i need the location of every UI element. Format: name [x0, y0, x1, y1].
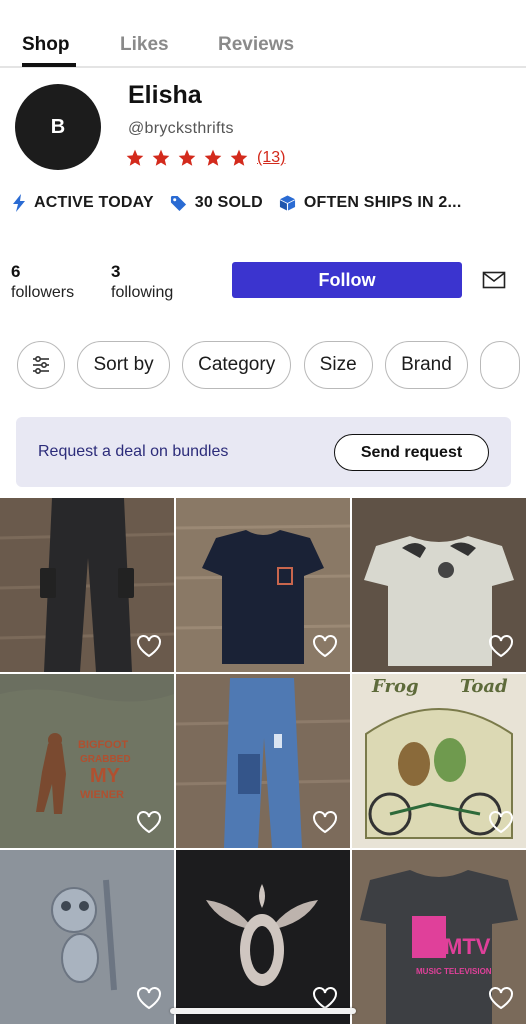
- listing-tile[interactable]: Frog Toad: [352, 674, 526, 848]
- badge-label: ACTIVE TODAY: [34, 194, 154, 211]
- listing-tile[interactable]: [176, 498, 350, 672]
- tab-reviews[interactable]: Reviews: [218, 34, 294, 56]
- following-count: 3: [111, 262, 121, 281]
- listing-tile[interactable]: [176, 674, 350, 848]
- following-label: following: [111, 284, 174, 301]
- listing-tile[interactable]: [0, 498, 174, 672]
- heart-icon[interactable]: [488, 634, 514, 658]
- print-text: WIENER: [80, 789, 124, 801]
- print-text: GRABBED: [80, 754, 131, 765]
- badge-label: OFTEN SHIPS IN 2...: [303, 194, 462, 211]
- listing-tile[interactable]: BIGFOOT GRABBED MY WIENER: [0, 674, 174, 848]
- listing-tile[interactable]: [352, 498, 526, 672]
- heart-icon[interactable]: [136, 810, 162, 834]
- followers-stat[interactable]: 6 followers: [11, 262, 74, 302]
- category-chip[interactable]: Category: [182, 341, 292, 389]
- brand-chip[interactable]: Brand: [385, 341, 468, 389]
- box-icon: [279, 195, 295, 211]
- heart-icon[interactable]: [312, 634, 338, 658]
- avatar[interactable]: B: [15, 84, 101, 170]
- heart-icon[interactable]: [488, 810, 514, 834]
- tab-likes[interactable]: Likes: [120, 34, 169, 56]
- more-filters-chip[interactable]: [480, 341, 521, 389]
- seller-name: Elisha: [128, 81, 202, 109]
- sort-by-chip[interactable]: Sort by: [77, 341, 170, 389]
- star-icon: [126, 149, 144, 166]
- filters-button[interactable]: [17, 341, 65, 389]
- print-text: MUSIC TELEVISION: [416, 967, 492, 976]
- print-text: BIGFOOT: [78, 739, 128, 751]
- follow-button[interactable]: Follow: [232, 262, 462, 298]
- following-stat[interactable]: 3 following: [111, 262, 173, 302]
- seller-handle: @brycksthrifts: [128, 120, 234, 137]
- listing-tile[interactable]: [176, 850, 350, 1024]
- mail-icon[interactable]: [482, 268, 506, 292]
- badge-active-today: ACTIVE TODAY: [12, 194, 154, 212]
- bundle-banner: Request a deal on bundles Send request: [16, 417, 511, 487]
- heart-icon[interactable]: [136, 986, 162, 1010]
- heart-icon[interactable]: [136, 634, 162, 658]
- star-icon: [178, 149, 196, 166]
- heart-icon[interactable]: [312, 986, 338, 1010]
- profile-tabs: Shop Likes Reviews: [0, 0, 526, 68]
- home-indicator[interactable]: [170, 1008, 356, 1014]
- lightning-icon: [13, 194, 25, 212]
- print-text: MY: [90, 765, 121, 787]
- heart-icon[interactable]: [488, 986, 514, 1010]
- print-text: Toad: [460, 676, 508, 697]
- star-icon: [152, 149, 170, 166]
- tag-icon: [170, 195, 186, 211]
- print-text: Frog: [371, 676, 419, 697]
- badge-ships: OFTEN SHIPS IN 2...: [279, 194, 462, 212]
- active-tab-indicator: [22, 63, 76, 67]
- listing-tile[interactable]: MTV MUSIC TELEVISION: [352, 850, 526, 1024]
- print-text: MTV: [444, 934, 491, 959]
- heart-icon[interactable]: [312, 810, 338, 834]
- tab-shop[interactable]: Shop: [22, 34, 70, 56]
- sliders-icon: [33, 355, 49, 375]
- rating-count-link[interactable]: (13): [257, 149, 285, 167]
- followers-count: 6: [11, 262, 21, 281]
- bundle-banner-text: Request a deal on bundles: [38, 443, 229, 460]
- listing-tile[interactable]: [0, 850, 174, 1024]
- filter-chips: Sort by Category Size Brand: [17, 341, 526, 391]
- star-icon: [204, 149, 222, 166]
- badge-label: 30 SOLD: [194, 194, 263, 211]
- size-chip[interactable]: Size: [303, 341, 373, 389]
- send-request-button[interactable]: Send request: [334, 434, 489, 471]
- followers-label: followers: [11, 284, 75, 301]
- badge-sold: 30 SOLD: [170, 194, 263, 212]
- rating[interactable]: (13): [125, 148, 285, 168]
- star-icon: [230, 149, 248, 166]
- seller-badges: ACTIVE TODAY 30 SOLD OFTEN SHIPS IN 2...: [12, 194, 477, 212]
